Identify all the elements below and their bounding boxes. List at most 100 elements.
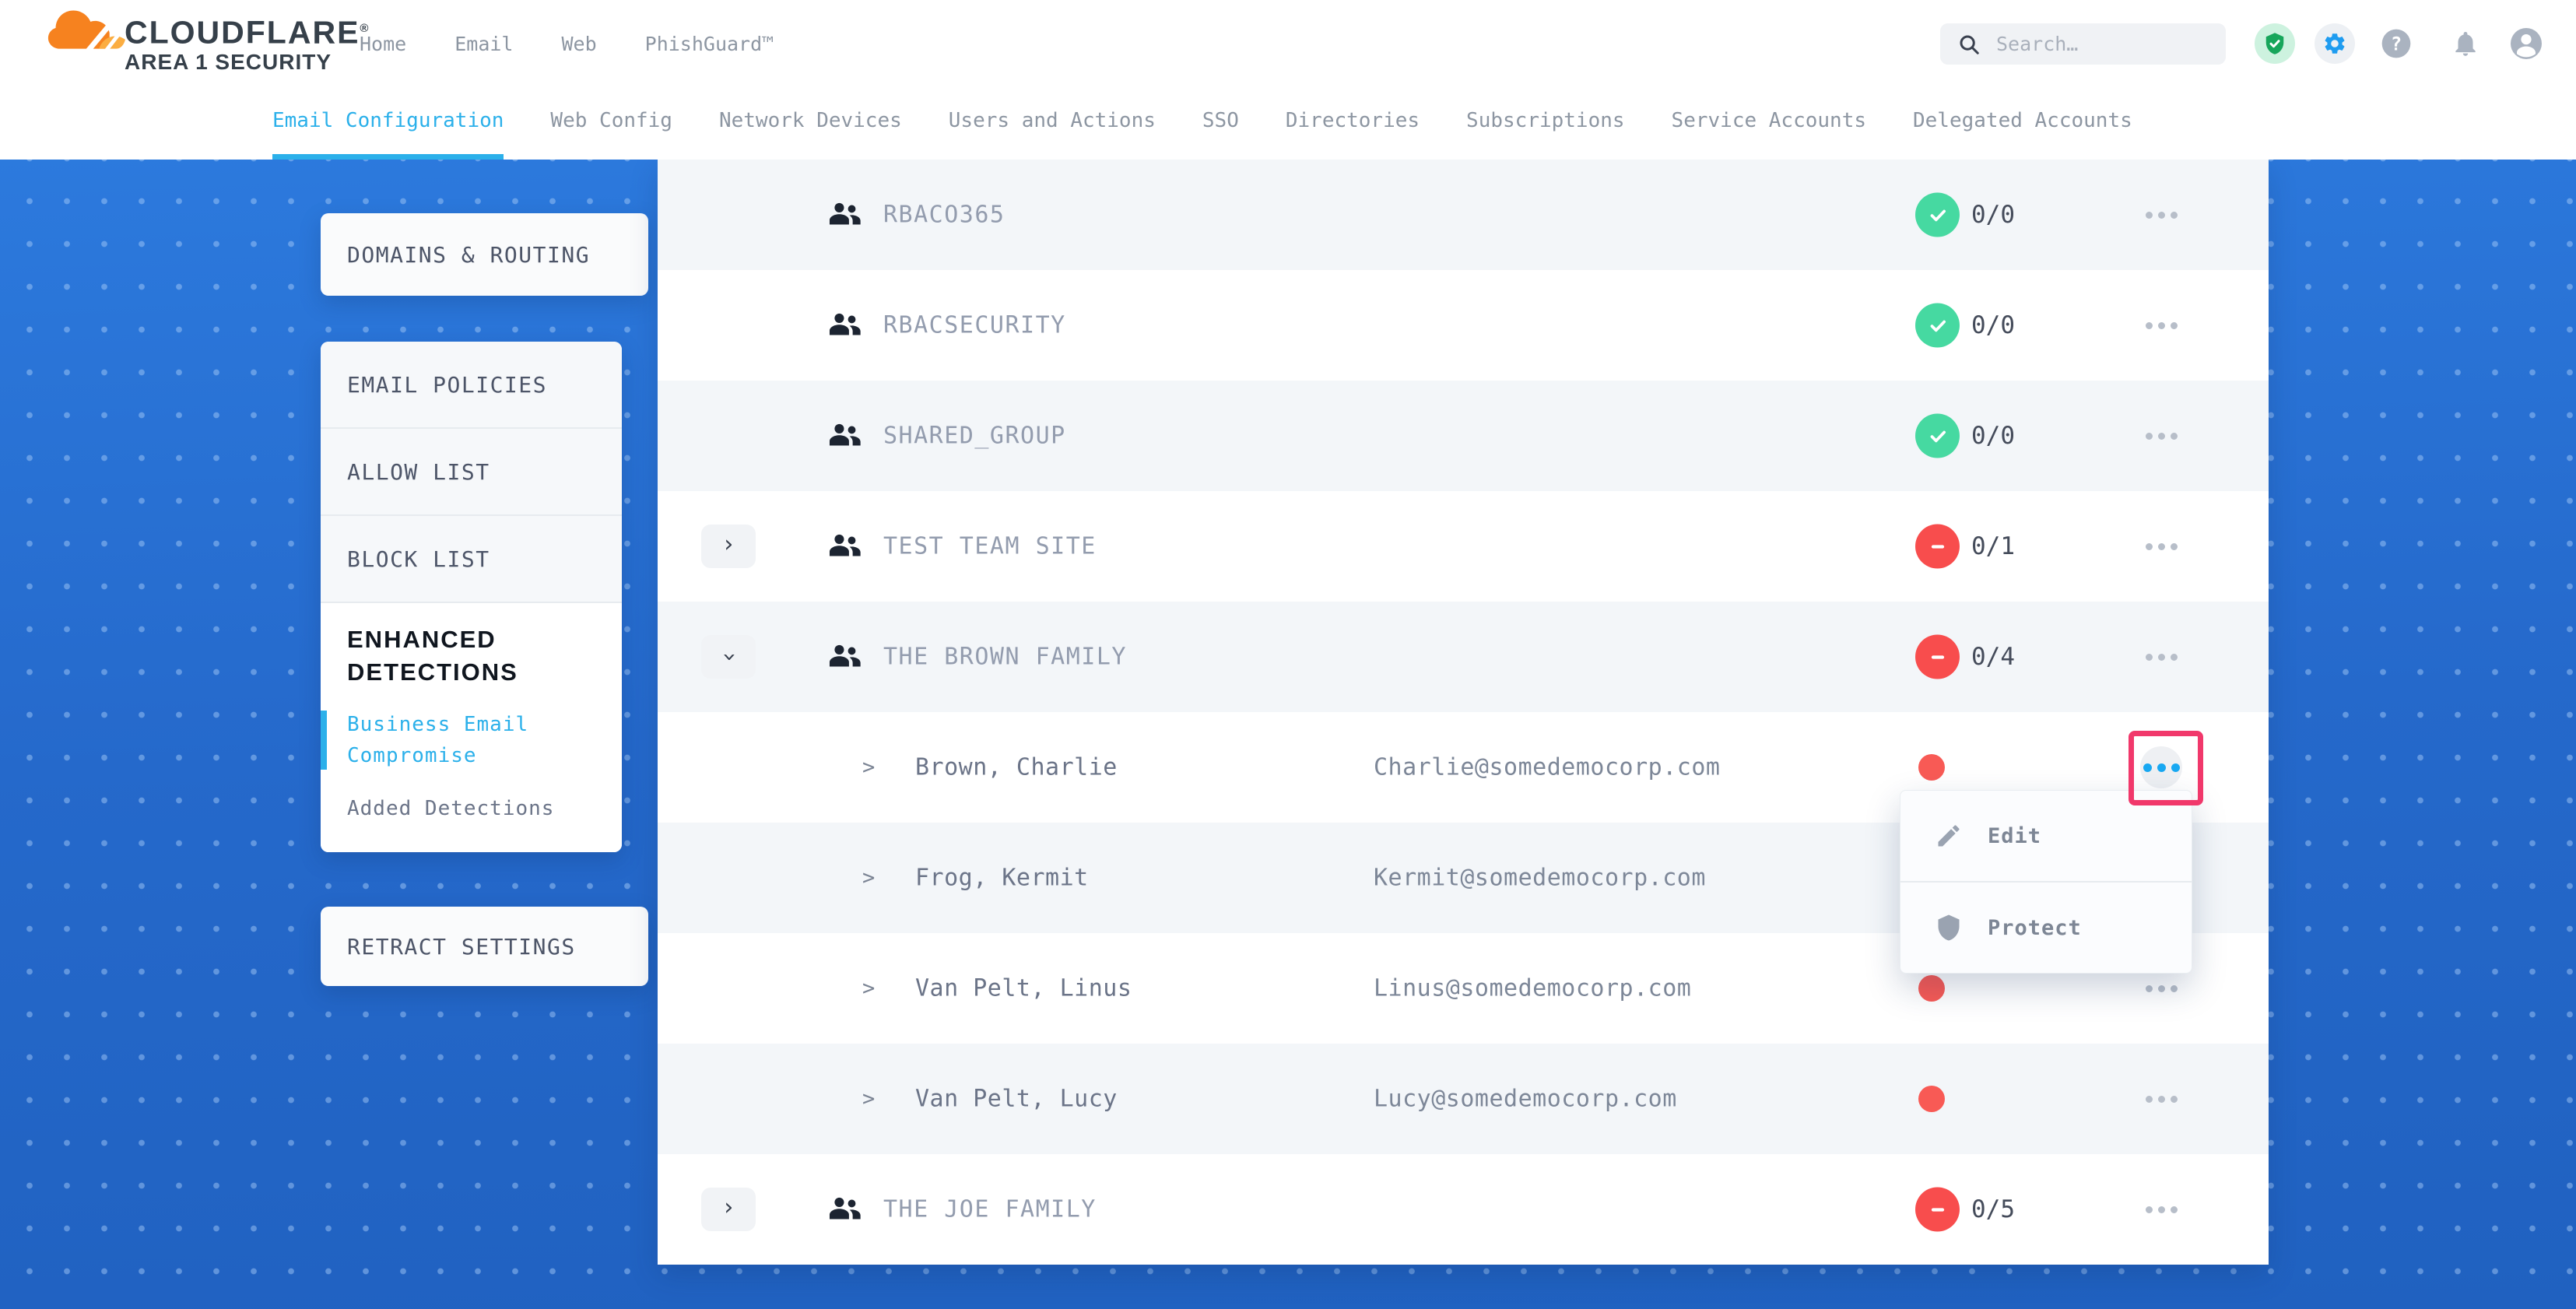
settings-button[interactable] xyxy=(2315,23,2355,64)
status-ok-badge xyxy=(1915,193,1960,237)
group-name: RBACO365 xyxy=(883,202,1005,229)
menu-item-edit[interactable]: Edit xyxy=(1900,791,2192,881)
tab-users-and-actions[interactable]: Users and Actions xyxy=(949,87,1156,160)
sidebar-item-domains-routing[interactable]: DOMAINS & ROUTING xyxy=(321,213,648,296)
top-bar: CLOUDFLARE® AREA 1 SECURITY Home Email Web… xyxy=(0,0,2576,87)
menu-item-label: Edit xyxy=(1988,824,2041,848)
cloudflare-logo-icon xyxy=(44,7,135,57)
row-actions-button[interactable] xyxy=(2140,415,2182,457)
tab-sso[interactable]: SSO xyxy=(1202,87,1239,160)
status-blocked-badge xyxy=(1915,525,1960,569)
row-context-menu: Edit Protect xyxy=(1900,790,2192,974)
protected-count: 0/0 xyxy=(1971,422,2015,450)
group-icon xyxy=(827,1196,863,1223)
collapse-group-button[interactable]: › xyxy=(701,635,756,679)
menu-item-protect[interactable]: Protect xyxy=(1900,881,2192,973)
help-button[interactable]: ? xyxy=(2379,26,2413,61)
expand-group-button[interactable]: › xyxy=(701,525,756,568)
sidebar-item-block-list[interactable]: BLOCK LIST xyxy=(321,516,622,603)
brand-tagline: AREA 1 SECURITY xyxy=(125,49,370,75)
gear-icon xyxy=(2322,31,2347,56)
sidebar-item-label: BLOCK LIST xyxy=(347,546,490,572)
table-row-group: ›THE JOE FAMILY0/5 xyxy=(658,1154,2269,1265)
member-name: Van Pelt, Lucy xyxy=(915,1086,1118,1113)
row-actions-button[interactable] xyxy=(2140,1188,2182,1230)
chevron-right-icon: › xyxy=(721,1196,735,1220)
sidebar-link-business-email-compromise[interactable]: Business Email Compromise xyxy=(347,709,602,771)
sidebar-card-email-policies: EMAIL POLICIES ALLOW LIST BLOCK LIST ENHAN… xyxy=(321,342,622,852)
table-row-group: RBACSECURITY 0/0 xyxy=(658,270,2269,381)
protected-count: 0/5 xyxy=(1971,1195,2015,1223)
top-nav-link-email[interactable]: Email xyxy=(454,33,513,55)
content-area: DOMAINS & ROUTING EMAIL POLICIES ALLOW LI… xyxy=(0,160,2576,1309)
member-chevron-icon: > xyxy=(862,756,875,780)
top-nav: Home Email Web PhishGuard™ xyxy=(360,0,774,87)
brand-text: CLOUDFLARE® AREA 1 SECURITY xyxy=(125,12,370,75)
member-name: Brown, Charlie xyxy=(915,754,1118,781)
sidebar-item-label: DOMAINS & ROUTING xyxy=(347,242,590,268)
row-actions-button[interactable] xyxy=(2140,525,2182,567)
status-blocked-badge xyxy=(1915,1188,1960,1232)
status-ok-badge xyxy=(1915,414,1960,458)
security-status-button[interactable] xyxy=(2255,23,2295,64)
search-icon xyxy=(1957,33,1981,56)
sidebar-item-label: ALLOW LIST xyxy=(347,459,490,485)
sidebar-item-allow-list[interactable]: ALLOW LIST xyxy=(321,429,622,516)
expand-group-button[interactable]: › xyxy=(701,1188,756,1231)
sidebar-item-email-policies[interactable]: EMAIL POLICIES xyxy=(321,342,622,429)
brand-name: CLOUDFLARE xyxy=(125,15,360,51)
sidebar-section-enhanced-detections[interactable]: ENHANCEDDETECTIONS Business Email Compro… xyxy=(321,603,622,852)
account-button[interactable] xyxy=(2508,25,2545,62)
tab-delegated-accounts[interactable]: Delegated Accounts xyxy=(1913,87,2132,160)
protect-icon xyxy=(1935,914,1963,942)
group-icon xyxy=(827,533,863,560)
protected-count: 0/0 xyxy=(1971,311,2015,339)
group-icon xyxy=(827,202,863,228)
shield-check-icon xyxy=(2263,32,2286,55)
sidebar-item-retract-settings[interactable]: RETRACT SETTINGS xyxy=(321,907,648,986)
member-name: Frog, Kermit xyxy=(915,865,1089,892)
row-actions-button[interactable] xyxy=(2140,967,2182,1009)
notifications-button[interactable] xyxy=(2448,26,2483,61)
bell-icon xyxy=(2451,29,2480,58)
row-actions-button[interactable] xyxy=(2140,194,2182,236)
tab-subscriptions[interactable]: Subscriptions xyxy=(1466,87,1625,160)
top-nav-link-phishguard[interactable]: PhishGuard™ xyxy=(645,33,774,55)
group-name: TEST TEAM SITE xyxy=(883,533,1097,560)
member-chevron-icon: > xyxy=(862,866,875,890)
top-nav-link-home[interactable]: Home xyxy=(360,33,406,55)
protected-count: 0/1 xyxy=(1971,532,2015,560)
sidebar-link-added-detections[interactable]: Added Detections xyxy=(347,793,602,824)
table-row-group: SHARED_GROUP0/0 xyxy=(658,381,2269,491)
table-row-group: › THE BROWN FAMILY 0/4 xyxy=(658,602,2269,712)
group-name: THE BROWN FAMILY xyxy=(883,644,1127,671)
group-name: RBACSECURITY xyxy=(883,312,1066,339)
sidebar-item-label: RETRACT SETTINGS xyxy=(347,934,576,960)
protected-count: 0/0 xyxy=(1971,201,2015,229)
protected-count: 0/4 xyxy=(1971,643,2015,671)
tab-email-configuration[interactable]: Email Configuration xyxy=(272,87,504,160)
enhanced-detections-title: ENHANCEDDETECTIONS xyxy=(347,623,602,689)
edit-icon xyxy=(1935,822,1963,850)
search-input[interactable] xyxy=(1995,32,2220,56)
row-actions-button[interactable] xyxy=(2140,636,2182,678)
tab-network-devices[interactable]: Network Devices xyxy=(719,87,902,160)
chevron-right-icon: › xyxy=(721,533,735,556)
chevron-down-icon: › xyxy=(718,650,741,664)
search-box[interactable] xyxy=(1940,23,2226,65)
question-icon: ? xyxy=(2379,26,2413,61)
row-actions-button[interactable] xyxy=(2140,304,2182,346)
status-dot xyxy=(1918,1086,1945,1112)
group-icon xyxy=(827,644,863,670)
row-actions-button[interactable] xyxy=(2140,746,2182,788)
status-blocked-badge xyxy=(1915,635,1960,679)
top-nav-link-web[interactable]: Web xyxy=(561,33,596,55)
status-ok-badge xyxy=(1915,304,1960,348)
tab-directories[interactable]: Directories xyxy=(1286,87,1420,160)
tab-web-config[interactable]: Web Config xyxy=(550,87,672,160)
member-email: Linus@somedemocorp.com xyxy=(1374,975,1691,1002)
row-actions-button[interactable] xyxy=(2140,1078,2182,1120)
tab-service-accounts[interactable]: Service Accounts xyxy=(1672,87,1866,160)
status-dot xyxy=(1918,754,1945,781)
status-dot xyxy=(1918,975,1945,1002)
